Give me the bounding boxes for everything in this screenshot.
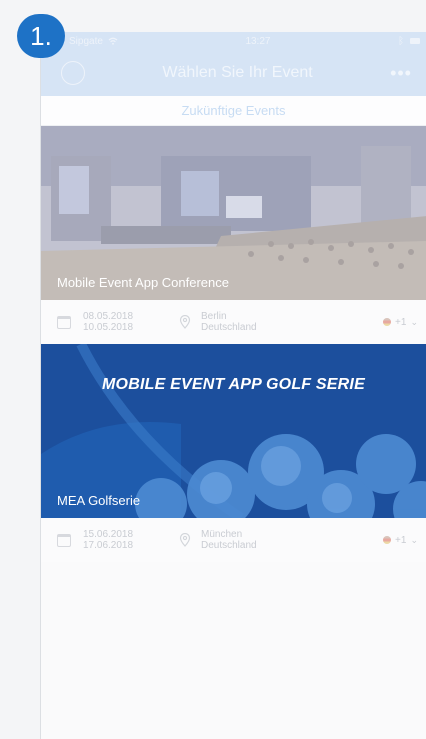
status-time: 13:27 [245,35,271,47]
date-start: 15.06.2018 [83,528,134,540]
event-card-conference[interactable]: Mobile Event App Conference [41,126,426,300]
app-header: Sipgate 13:27 ᛒ Wählen Sie Ihr Event ••• [41,32,426,96]
flag-icon [383,318,392,326]
calendar-icon [57,533,71,547]
conference-photo [41,126,426,300]
phone-frame: Sipgate 13:27 ᛒ Wählen Sie Ihr Event ••• [40,32,426,739]
city: München [201,528,243,540]
event-card-golf[interactable]: MOBILE EVENT APP GOLF SERIE MEA Golfseri… [41,344,426,518]
date-end: 10.05.2018 [83,322,134,333]
event-title: MEA Golfserie [57,493,141,508]
nav-bar: Wählen Sie Ihr Event ••• [41,50,426,96]
city: Berlin [201,310,227,322]
country: Deutschland [201,322,257,333]
status-bar: Sipgate 13:27 ᛒ [41,32,426,50]
date-start: 08.05.2018 [83,310,134,322]
event-info-row: 15.06.2018 17.06.2018 München Deutschlan… [41,518,426,562]
lang-extra-count: +1 [395,534,407,546]
carrier-label: Sipgate [69,35,103,47]
country: Deutschland [201,540,257,551]
golf-headline: MOBILE EVENT APP GOLF SERIE [102,376,365,393]
event-title: Mobile Event App Conference [57,275,229,290]
language-selector[interactable]: +1 ⌄ [383,535,418,546]
more-icon[interactable]: ••• [390,64,412,82]
wifi-icon [108,37,118,45]
event-dates: 08.05.2018 10.05.2018 [83,311,179,334]
location-pin-icon [179,533,191,547]
nav-title: Wählen Sie Ihr Event [162,64,313,81]
event-info-row: 08.05.2018 10.05.2018 Berlin Deutschland… [41,300,426,344]
section-upcoming-events: Zukünftige Events [41,96,426,126]
golf-banner-image [41,344,426,518]
step-badge: 1. [17,14,65,58]
chevron-down-icon: ⌄ [410,316,418,327]
language-selector[interactable]: +1 ⌄ [383,317,418,328]
bluetooth-icon: ᛒ [397,35,404,47]
battery-icon [409,38,420,44]
event-location: München Deutschland [201,529,383,552]
lang-extra-count: +1 [395,316,407,328]
event-location: Berlin Deutschland [201,311,383,334]
calendar-icon [57,315,71,329]
event-dates: 15.06.2018 17.06.2018 [83,529,179,552]
profile-icon[interactable] [61,61,85,85]
screen: 1. Sipgate 13:27 ᛒ Wählen Sie Ihr Event … [0,0,426,739]
date-end: 17.06.2018 [83,540,134,551]
location-pin-icon [179,315,191,329]
flag-icon [383,536,392,544]
chevron-down-icon: ⌄ [410,534,418,545]
